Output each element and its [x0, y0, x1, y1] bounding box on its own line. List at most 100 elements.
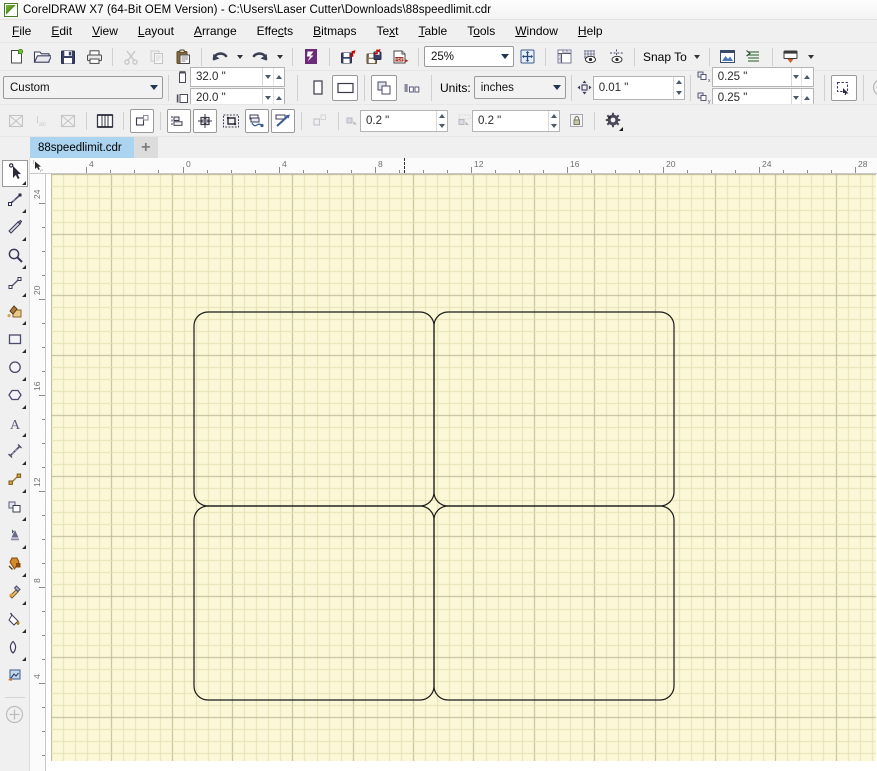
- undo-button[interactable]: [208, 45, 232, 69]
- snap-to-dropdown-arrow[interactable]: [693, 54, 700, 59]
- show-grid-button[interactable]: [578, 45, 602, 69]
- tool-polygon[interactable]: [2, 384, 28, 411]
- text-label-button[interactable]: I ab: [30, 109, 54, 133]
- tool-color-eyedropper[interactable]: [2, 580, 28, 607]
- menu-edit[interactable]: Edit: [41, 21, 82, 41]
- application-launcher-button[interactable]: [779, 45, 803, 69]
- tool-zoom[interactable]: [2, 244, 28, 271]
- page-width-spinner[interactable]: [262, 68, 284, 86]
- align-objects-button[interactable]: [167, 108, 191, 133]
- apply-to-current-page-button[interactable]: [399, 75, 425, 101]
- trim-button[interactable]: [271, 108, 295, 133]
- tool-fill[interactable]: [2, 608, 28, 635]
- tool-pick[interactable]: [1, 160, 28, 187]
- cut-button[interactable]: [119, 45, 143, 69]
- new-document-button[interactable]: [4, 45, 28, 69]
- outline-offset-button[interactable]: [308, 109, 332, 133]
- export-button[interactable]: [362, 45, 386, 69]
- weld-button[interactable]: [245, 108, 269, 133]
- page-width-input[interactable]: 32.0 ": [190, 67, 285, 87]
- no-fill-button[interactable]: [4, 109, 28, 133]
- vertical-ruler[interactable]: 24 20 16 12 8 4: [30, 174, 46, 771]
- tool-flyout-arrow[interactable]: [21, 405, 26, 409]
- tool-smart-fill[interactable]: [2, 300, 28, 327]
- tool-flyout-arrow[interactable]: [21, 265, 26, 269]
- portrait-orientation-button[interactable]: [304, 75, 330, 101]
- horizontal-offset-input[interactable]: 0.2 ": [360, 109, 448, 132]
- tool-flyout-arrow[interactable]: [21, 293, 26, 297]
- tool-transparency[interactable]: [2, 552, 28, 579]
- tool-text[interactable]: A: [2, 412, 28, 439]
- drawing-canvas[interactable]: [46, 174, 877, 771]
- bleed-button[interactable]: [130, 108, 154, 133]
- marquee-select-button[interactable]: [219, 109, 243, 133]
- tool-flyout-arrow[interactable]: [21, 433, 26, 437]
- menu-bitmaps[interactable]: Bitmaps: [303, 21, 366, 41]
- tool-flyout-arrow[interactable]: [21, 209, 26, 213]
- tool-freehand[interactable]: [2, 272, 28, 299]
- menu-text[interactable]: Text: [366, 21, 408, 41]
- columns-button[interactable]: [93, 109, 117, 133]
- tool-rectangle[interactable]: [2, 328, 28, 355]
- tool-flyout-arrow[interactable]: [21, 657, 26, 661]
- rounded-rect-bottom-right[interactable]: [433, 505, 675, 701]
- tool-flyout-arrow[interactable]: [21, 349, 26, 353]
- tool-shape[interactable]: [2, 188, 28, 215]
- object-manager-button[interactable]: [742, 45, 766, 69]
- units-combo[interactable]: inches: [473, 76, 566, 99]
- lock-ratio-button[interactable]: [564, 109, 588, 133]
- nudge-offset-input[interactable]: 0.01 ": [592, 75, 685, 100]
- undo-dropdown-arrow[interactable]: [237, 54, 243, 59]
- menu-layout[interactable]: Layout: [128, 21, 184, 41]
- snap-to-label[interactable]: Snap To: [640, 50, 690, 64]
- menu-effects[interactable]: Effects: [247, 21, 303, 41]
- apply-to-all-pages-button[interactable]: [371, 74, 397, 101]
- menu-table[interactable]: Table: [409, 21, 458, 41]
- treat-all-objects-as-filled-button[interactable]: [830, 74, 857, 101]
- document-tab-88speedlimit[interactable]: 88speedlimit.cdr: [30, 137, 134, 158]
- page-preset-combo[interactable]: Custom: [3, 76, 163, 99]
- menu-help[interactable]: Help: [568, 21, 613, 41]
- rounded-rect-bottom-left[interactable]: [193, 505, 435, 701]
- application-launcher-dropdown-arrow[interactable]: [807, 54, 814, 59]
- tool-shadow[interactable]: [2, 524, 28, 551]
- duplicate-x-spinner[interactable]: [790, 68, 813, 86]
- vertical-offset-spinner[interactable]: [548, 110, 559, 131]
- horizontal-offset-spinner[interactable]: [436, 110, 447, 131]
- add-toolbar-item-button[interactable]: [870, 76, 877, 100]
- publish-pdf-button[interactable]: PDF: [388, 45, 412, 69]
- vector-shapes-layer[interactable]: [46, 174, 877, 771]
- menu-view[interactable]: View: [82, 21, 128, 41]
- paste-button[interactable]: [171, 45, 195, 69]
- tool-blend[interactable]: [2, 496, 28, 523]
- tool-flyout-arrow[interactable]: [21, 573, 26, 577]
- ruler-origin-button[interactable]: [30, 158, 46, 173]
- new-document-tab-button[interactable]: +: [133, 137, 158, 158]
- rounded-rect-top-right[interactable]: [433, 311, 675, 507]
- chevron-down-icon[interactable]: [146, 78, 162, 97]
- rounded-rect-top-left[interactable]: [193, 311, 435, 507]
- corel-connect-button[interactable]: [299, 45, 323, 69]
- tool-flyout-arrow[interactable]: [21, 517, 26, 521]
- horizontal-ruler[interactable]: 4 0 4 8 12 16 20 24 28: [30, 158, 877, 174]
- tool-flyout-arrow[interactable]: [21, 321, 26, 325]
- tool-flyout-arrow[interactable]: [21, 181, 26, 185]
- tool-crop[interactable]: [2, 216, 28, 243]
- tool-flyout-arrow[interactable]: [21, 461, 26, 465]
- show-rulers-button[interactable]: [552, 45, 576, 69]
- tool-connector[interactable]: [2, 468, 28, 495]
- tool-ellipse[interactable]: [2, 356, 28, 383]
- chevron-down-icon[interactable]: [549, 78, 565, 97]
- options-dialog-button[interactable]: [716, 45, 740, 69]
- print-button[interactable]: [82, 45, 106, 69]
- tool-interactive-fill[interactable]: [2, 636, 28, 663]
- menu-tools[interactable]: Tools: [457, 21, 505, 41]
- save-button[interactable]: [56, 45, 80, 69]
- import-button[interactable]: [336, 45, 360, 69]
- tool-smart-drawing[interactable]: [2, 664, 28, 691]
- copy-button[interactable]: [145, 45, 169, 69]
- chevron-down-icon[interactable]: [497, 47, 513, 66]
- menu-file[interactable]: File: [2, 21, 41, 41]
- tool-flyout-arrow[interactable]: [21, 545, 26, 549]
- tool-flyout-arrow[interactable]: [21, 601, 26, 605]
